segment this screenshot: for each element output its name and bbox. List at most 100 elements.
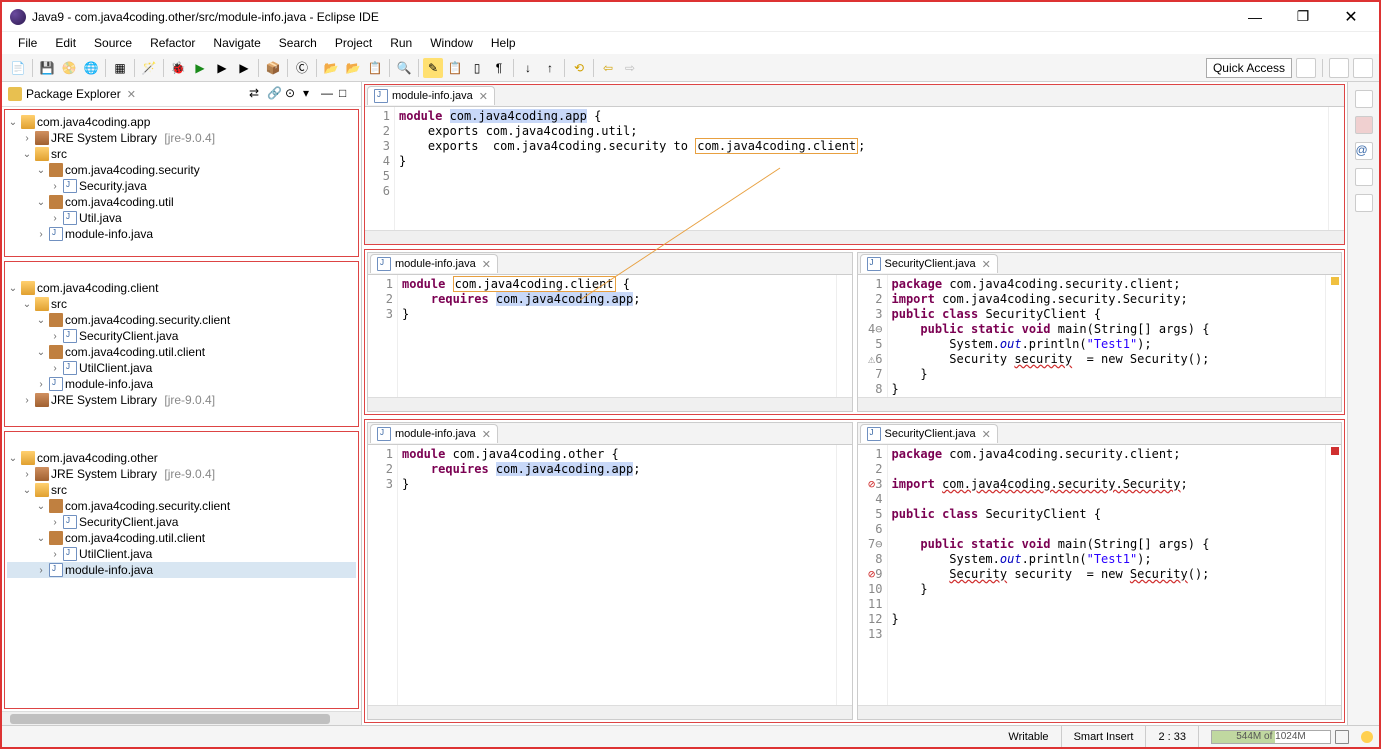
menu-window[interactable]: Window xyxy=(422,34,481,52)
wand-icon[interactable]: 🪄 xyxy=(139,58,159,78)
view-min-icon[interactable]: — xyxy=(321,86,337,102)
tree-project[interactable]: ⌄com.java4coding.other xyxy=(7,450,356,466)
overview-ruler[interactable] xyxy=(1325,445,1341,705)
tree-pkg[interactable]: ⌄com.java4coding.util xyxy=(7,194,356,210)
block-sel-icon[interactable]: ▦ xyxy=(110,58,130,78)
tree-file-selected[interactable]: ›module-info.java xyxy=(7,562,356,578)
problems-icon[interactable] xyxy=(1355,194,1373,212)
tree-pkg[interactable]: ⌄com.java4coding.security.client xyxy=(7,312,356,328)
tree-pkg[interactable]: ⌄com.java4coding.util.client xyxy=(7,344,356,360)
debug-persp-icon[interactable] xyxy=(1353,58,1373,78)
tree-file[interactable]: ›UtilClient.java xyxy=(7,360,356,376)
new-pkg-icon[interactable]: 📦 xyxy=(263,58,283,78)
editor-hscroll[interactable] xyxy=(368,705,852,719)
tab-module-info[interactable]: module-info.java✕ xyxy=(370,424,498,443)
menu-file[interactable]: File xyxy=(10,34,45,52)
java-persp-icon[interactable] xyxy=(1329,58,1349,78)
editor-hscroll[interactable] xyxy=(858,397,1342,411)
last-edit-icon[interactable]: ⟲ xyxy=(569,58,589,78)
menu-source[interactable]: Source xyxy=(86,34,140,52)
paste-icon[interactable]: 📋 xyxy=(445,58,465,78)
show-ws-icon[interactable]: ▯ xyxy=(467,58,487,78)
open-persp-icon[interactable] xyxy=(1296,58,1316,78)
debug-icon[interactable]: 🐞 xyxy=(168,58,188,78)
pkg-scroll[interactable] xyxy=(2,711,361,725)
tree-file[interactable]: ›SecurityClient.java xyxy=(7,328,356,344)
editor-hscroll[interactable] xyxy=(858,705,1342,719)
tree-file[interactable]: ›Util.java xyxy=(7,210,356,226)
tree-pkg[interactable]: ⌄com.java4coding.security xyxy=(7,162,356,178)
code-area[interactable]: module com.java4coding.client { requires… xyxy=(398,275,836,397)
tree-pkg[interactable]: ⌄com.java4coding.security.client xyxy=(7,498,356,514)
run-icon[interactable]: ▶ xyxy=(190,58,210,78)
mark-icon[interactable]: ✎ xyxy=(423,58,443,78)
ext-tools-icon[interactable]: ▶ xyxy=(234,58,254,78)
gc-icon[interactable] xyxy=(1335,730,1349,744)
memory-bar[interactable]: 544M of 1024M xyxy=(1211,730,1331,744)
prev-annot-icon[interactable]: ↑ xyxy=(540,58,560,78)
maximize-button[interactable]: ❐ xyxy=(1283,6,1323,28)
outline-icon[interactable] xyxy=(1355,116,1373,134)
overview-ruler[interactable] xyxy=(1325,275,1341,397)
tree-project[interactable]: ⌄com.java4coding.client xyxy=(7,280,356,296)
back-icon[interactable]: ⇦ xyxy=(598,58,618,78)
next-annot-icon[interactable]: ↓ xyxy=(518,58,538,78)
decl-icon[interactable] xyxy=(1355,168,1373,186)
open-type-hier-icon[interactable]: 📂 xyxy=(343,58,363,78)
pilcrow-icon[interactable]: ¶ xyxy=(489,58,509,78)
menu-navigate[interactable]: Navigate xyxy=(205,34,268,52)
tree-jre[interactable]: ›JRE System Library [jre-9.0.4] xyxy=(7,130,356,146)
tree-file[interactable]: ›UtilClient.java xyxy=(7,546,356,562)
menu-help[interactable]: Help xyxy=(483,34,524,52)
tree-file[interactable]: ›Security.java xyxy=(7,178,356,194)
new-class-icon[interactable]: Ⓒ xyxy=(292,58,312,78)
open-task-icon[interactable]: 📋 xyxy=(365,58,385,78)
tree-src[interactable]: ⌄src xyxy=(7,296,356,312)
tab-module-info[interactable]: module-info.java✕ xyxy=(367,86,495,105)
tips-icon[interactable] xyxy=(1361,731,1373,743)
editor-hscroll[interactable] xyxy=(368,397,852,411)
tree-file[interactable]: ›SecurityClient.java xyxy=(7,514,356,530)
view-max-icon[interactable]: □ xyxy=(339,86,355,102)
focus-icon[interactable]: ⊙ xyxy=(285,86,301,102)
tree-file[interactable]: ›module-info.java xyxy=(7,376,356,392)
overview-ruler[interactable] xyxy=(1328,107,1344,230)
new-icon[interactable]: 📄 xyxy=(8,58,28,78)
tab-module-info[interactable]: module-info.java✕ xyxy=(370,254,498,273)
quick-access[interactable]: Quick Access xyxy=(1206,58,1292,78)
tree-project[interactable]: ⌄com.java4coding.app xyxy=(7,114,356,130)
save-all-icon[interactable]: 📀 xyxy=(59,58,79,78)
tree-jre[interactable]: ›JRE System Library [jre-9.0.4] xyxy=(7,392,356,408)
code-area[interactable]: module com.java4coding.app { exports com… xyxy=(395,107,1328,230)
open-type-icon[interactable]: 📂 xyxy=(321,58,341,78)
link-icon[interactable]: 🔗 xyxy=(267,86,283,102)
overview-ruler[interactable] xyxy=(836,275,852,397)
code-area[interactable]: module com.java4coding.other { requires … xyxy=(398,445,836,705)
minimize-button[interactable]: — xyxy=(1235,6,1275,28)
tree-jre[interactable]: ›JRE System Library [jre-9.0.4] xyxy=(7,466,356,482)
menu-project[interactable]: Project xyxy=(327,34,380,52)
tree-src[interactable]: ⌄src xyxy=(7,482,356,498)
menu-run[interactable]: Run xyxy=(382,34,420,52)
code-area[interactable]: package package com.java4coding.security… xyxy=(888,275,1326,397)
coverage-icon[interactable]: ▶ xyxy=(212,58,232,78)
search-icon[interactable]: 🔍 xyxy=(394,58,414,78)
globe-icon[interactable]: 🌐 xyxy=(81,58,101,78)
javadoc-icon[interactable]: @ xyxy=(1355,142,1373,160)
forward-icon[interactable]: ⇨ xyxy=(620,58,640,78)
task-list-icon[interactable] xyxy=(1355,90,1373,108)
editor-hscroll[interactable] xyxy=(365,230,1344,244)
menu-refactor[interactable]: Refactor xyxy=(142,34,203,52)
tree-src[interactable]: ⌄src xyxy=(7,146,356,162)
menu-search[interactable]: Search xyxy=(271,34,325,52)
view-menu-icon[interactable]: ▾ xyxy=(303,86,319,102)
collapse-icon[interactable]: ⇄ xyxy=(249,86,265,102)
view-close-icon[interactable]: ✕ xyxy=(127,88,136,101)
tree-file[interactable]: ›module-info.java xyxy=(7,226,356,242)
close-button[interactable]: ✕ xyxy=(1331,6,1371,28)
code-area[interactable]: package com.java4coding.security.client;… xyxy=(888,445,1326,705)
save-icon[interactable]: 💾 xyxy=(37,58,57,78)
tab-security-client[interactable]: SecurityClient.java✕ xyxy=(860,424,998,443)
menu-edit[interactable]: Edit xyxy=(47,34,84,52)
overview-ruler[interactable] xyxy=(836,445,852,705)
